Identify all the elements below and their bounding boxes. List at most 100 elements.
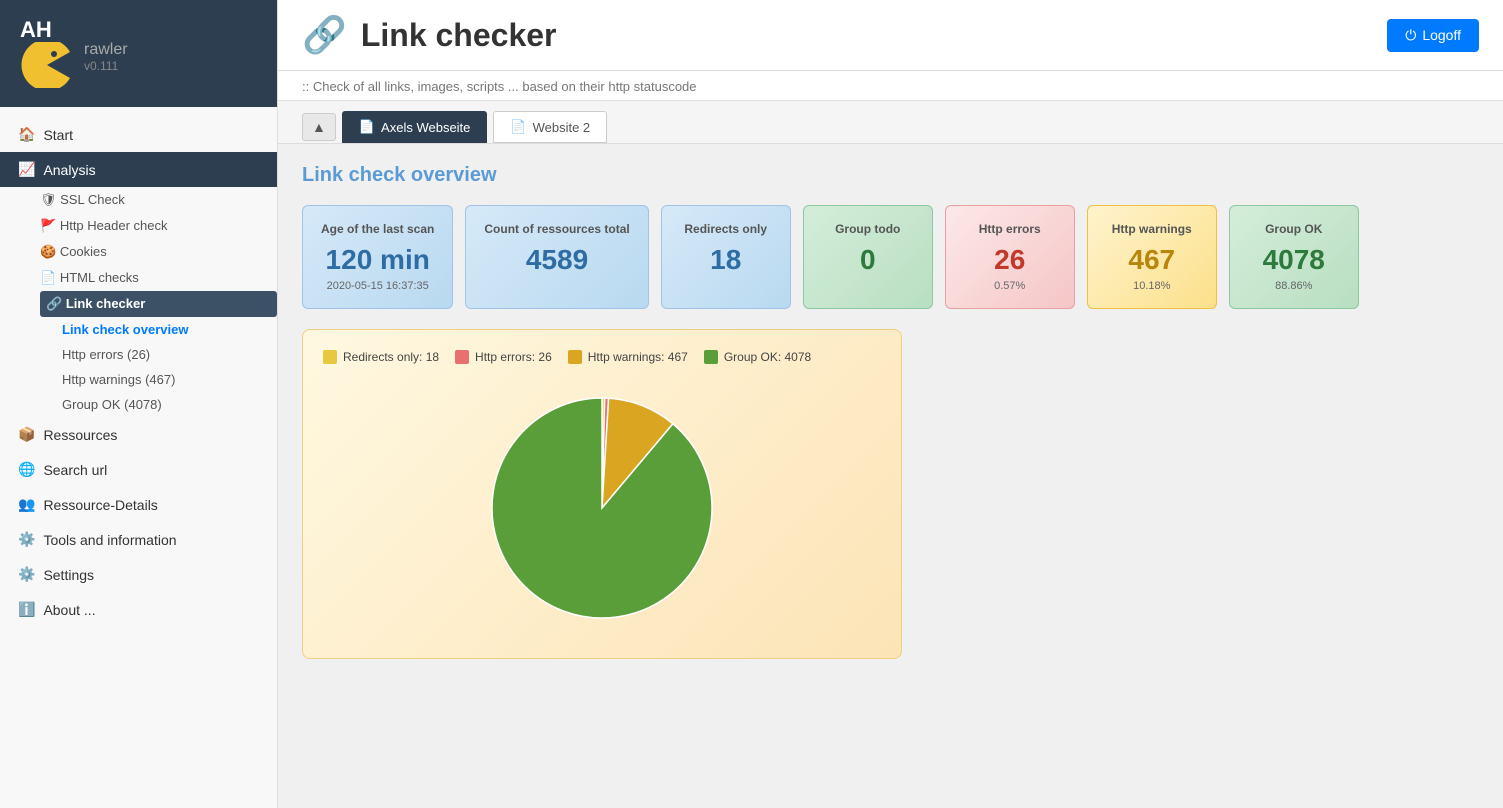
header-link-icon: 🔗: [302, 14, 347, 56]
sidebar-item-link-checker[interactable]: 🔗 Link checker: [40, 291, 277, 317]
sidebar-item-link-check-overview[interactable]: Link check overview: [58, 317, 277, 342]
main-header: 🔗 Link checker ⏻ Logoff: [278, 0, 1503, 71]
ressources-icon: 📦: [18, 426, 35, 443]
sidebar-html-label: HTML checks: [60, 270, 139, 285]
sidebar-item-html-checks[interactable]: 📄 HTML checks: [40, 265, 277, 291]
sidebar-item-start[interactable]: 🏠 Start: [0, 117, 277, 152]
sidebar-http-warnings-label: Http warnings (467): [62, 372, 175, 387]
sidebar-cookies-label: Cookies: [60, 244, 107, 259]
page-title: Link checker: [361, 17, 557, 54]
stat-label-4: Http errors: [979, 222, 1041, 236]
sidebar-settings-label: Settings: [43, 567, 94, 583]
link-icon: 🔗: [46, 296, 62, 311]
sidebar-nav: 🏠 Start 📈 Analysis 🛡 SSL Check 🚩 Http He…: [0, 107, 277, 808]
sidebar-item-group-ok[interactable]: Group OK (4078): [58, 392, 277, 417]
sidebar-item-http-errors[interactable]: Http errors (26): [58, 342, 277, 367]
sidebar-ressources-label: Ressources: [43, 427, 117, 443]
info-icon: ℹ️: [18, 601, 35, 618]
sidebar-group-ok-label: Group OK (4078): [62, 397, 162, 412]
tab-label-1: Axels Webseite: [381, 120, 470, 135]
legend-dot-3: [704, 350, 718, 364]
stat-value-6: 4078: [1263, 244, 1325, 276]
stat-sub-6: 88.86%: [1275, 280, 1312, 292]
power-icon: ⏻: [1405, 27, 1416, 44]
stat-value-0: 120 min: [326, 244, 430, 276]
search-icon: 🌐: [18, 461, 35, 478]
logoff-label: Logoff: [1422, 27, 1461, 43]
legend-dot-1: [455, 350, 469, 364]
sidebar: AH rawler v0.111 🏠 Start 📈 Analysis: [0, 0, 278, 808]
settings-icon: ⚙️: [18, 566, 35, 583]
sidebar-analysis-label: Analysis: [43, 162, 95, 178]
stat-label-5: Http warnings: [1112, 222, 1192, 236]
tab-axels-webseite[interactable]: 📄 Axels Webseite: [342, 111, 488, 143]
legend-item-3: Group OK: 4078: [704, 350, 811, 364]
legend-dot-0: [323, 350, 337, 364]
tab-up-button[interactable]: ▲: [302, 113, 336, 141]
stat-card-0: Age of the last scan 120 min 2020-05-15 …: [302, 205, 453, 309]
sidebar-link-checker-label: Link checker: [66, 296, 146, 311]
sidebar-link-checker-sub: Link check overview Http errors (26) Htt…: [40, 317, 277, 417]
stat-value-2: 18: [710, 244, 741, 276]
stat-label-0: Age of the last scan: [321, 222, 434, 236]
sidebar-item-ssl[interactable]: 🛡 SSL Check: [40, 187, 277, 213]
stat-card-6: Group OK 4078 88.86%: [1229, 205, 1359, 309]
tab-icon-1: 📄: [359, 119, 375, 135]
sidebar-item-ressource-details[interactable]: 👥 Ressource-Details: [0, 487, 277, 522]
sidebar-item-http-header[interactable]: 🚩 Http Header check: [40, 213, 277, 239]
legend-item-1: Http errors: 26: [455, 350, 552, 364]
sidebar-tools-label: Tools and information: [43, 532, 176, 548]
legend-dot-2: [568, 350, 582, 364]
stat-card-1: Count of ressources total 4589: [465, 205, 648, 309]
stat-card-3: Group todo 0: [803, 205, 933, 309]
sidebar-item-about[interactable]: ℹ️ About ...: [0, 592, 277, 627]
sidebar-http-header-label: Http Header check: [60, 218, 168, 233]
stat-sub-4: 0.57%: [994, 280, 1025, 292]
sidebar-ssl-label: SSL Check: [60, 192, 125, 207]
stat-sub-5: 10.18%: [1133, 280, 1170, 292]
sidebar-item-search-url[interactable]: 🌐 Search url: [0, 452, 277, 487]
stat-label-1: Count of ressources total: [484, 222, 629, 236]
home-icon: 🏠: [18, 126, 35, 143]
tabs-row: ▲ 📄 Axels Webseite 📄 Website 2: [278, 101, 1503, 144]
stat-sub-0: 2020-05-15 16:37:35: [327, 280, 429, 292]
pie-segment-3: [492, 398, 712, 618]
sidebar-item-ressources[interactable]: 📦 Ressources: [0, 417, 277, 452]
sidebar-item-tools[interactable]: ⚙️ Tools and information: [0, 522, 277, 557]
pie-chart-svg: [472, 378, 732, 638]
sidebar-item-http-warnings[interactable]: Http warnings (467): [58, 367, 277, 392]
stat-value-3: 0: [860, 244, 876, 276]
details-icon: 👥: [18, 496, 35, 513]
sidebar-item-cookies[interactable]: 🍪 Cookies: [40, 239, 277, 265]
stat-value-1: 4589: [526, 244, 588, 276]
logo-ah: AH: [20, 18, 74, 42]
sidebar-sub-nav: 🛡 SSL Check 🚩 Http Header check 🍪 Cookie…: [0, 187, 277, 417]
header-subtitle: :: Check of all links, images, scripts .…: [278, 71, 1503, 101]
sidebar-start-label: Start: [43, 127, 73, 143]
analysis-icon: 📈: [18, 161, 35, 178]
tab-icon-2: 📄: [510, 119, 526, 135]
stat-label-3: Group todo: [835, 222, 900, 236]
sidebar-overview-label: Link check overview: [62, 322, 188, 337]
stat-card-2: Redirects only 18: [661, 205, 791, 309]
legend-label-0: Redirects only: 18: [343, 350, 439, 364]
legend-item-0: Redirects only: 18: [323, 350, 439, 364]
logo-crawler: rawler: [84, 41, 128, 59]
chart-area: Redirects only: 18 Http errors: 26 Http …: [302, 329, 902, 659]
legend-label-1: Http errors: 26: [475, 350, 552, 364]
sidebar-search-url-label: Search url: [43, 462, 107, 478]
header-title-row: 🔗 Link checker: [302, 14, 556, 56]
flag-icon: 🚩: [40, 218, 56, 233]
shield-icon: 🛡: [40, 192, 57, 207]
stat-value-4: 26: [994, 244, 1025, 276]
sidebar-item-settings[interactable]: ⚙️ Settings: [0, 557, 277, 592]
tab-website2[interactable]: 📄 Website 2: [493, 111, 607, 143]
legend-label-3: Group OK: 4078: [724, 350, 811, 364]
cookie-icon: 🍪: [40, 244, 56, 259]
chart-legend: Redirects only: 18 Http errors: 26 Http …: [323, 350, 881, 364]
sidebar-item-analysis[interactable]: 📈 Analysis: [0, 152, 277, 187]
stat-card-4: Http errors 26 0.57%: [945, 205, 1075, 309]
logoff-button[interactable]: ⏻ Logoff: [1387, 19, 1479, 52]
sidebar-http-errors-label: Http errors (26): [62, 347, 150, 362]
section-title: Link check overview: [302, 164, 1479, 187]
